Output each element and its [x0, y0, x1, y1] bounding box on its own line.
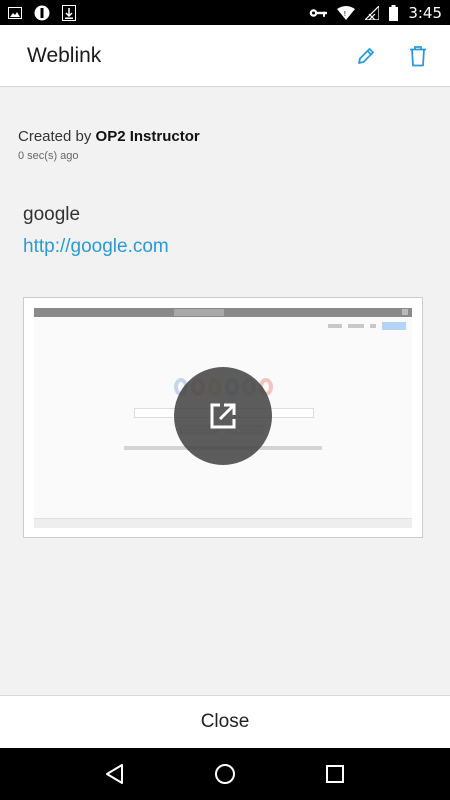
wifi-icon: !	[337, 5, 356, 20]
back-icon	[106, 764, 123, 784]
created-by-prefix: Created by	[18, 128, 92, 145]
author-name: OP2 Instructor	[95, 128, 200, 145]
preview-banner-close	[402, 309, 408, 315]
navigation-bar	[0, 748, 450, 800]
edit-icon	[358, 47, 374, 64]
close-label: Close	[200, 711, 250, 732]
key-icon	[309, 8, 328, 18]
weblink-url[interactable]: http://google.com	[23, 236, 169, 258]
preview-link-bar	[348, 324, 364, 328]
delete-icon	[410, 45, 426, 66]
preview-banner-button	[174, 309, 224, 316]
weblink-name: google	[23, 204, 81, 225]
battery-icon	[389, 4, 399, 21]
created-by: Created by OP2 Instructor	[18, 128, 200, 145]
page-title: Weblink	[27, 43, 102, 67]
preview-footer	[34, 518, 412, 528]
open-link-button[interactable]	[174, 367, 272, 465]
preview-signin	[382, 322, 406, 330]
edit-button[interactable]	[354, 44, 378, 68]
timestamp: 0 sec(s) ago	[18, 150, 79, 162]
image-icon	[8, 6, 22, 19]
delete-button[interactable]	[406, 44, 430, 68]
recents-button[interactable]	[320, 759, 350, 789]
svg-text:!: !	[344, 10, 347, 18]
close-button[interactable]: Close	[0, 695, 450, 748]
status-bar: ! 3:45	[0, 0, 450, 25]
recents-icon	[326, 765, 344, 783]
no-signal-icon	[365, 5, 380, 20]
weblink-content: Created by OP2 Instructor 0 sec(s) ago g…	[0, 87, 450, 695]
back-button[interactable]	[100, 759, 130, 789]
preview-top-links	[328, 322, 406, 330]
download-icon	[62, 4, 76, 21]
app-actions	[354, 44, 430, 68]
preview-link-bar	[328, 324, 342, 328]
status-time: 3:45	[408, 3, 442, 22]
shield-icon	[34, 5, 50, 21]
home-button[interactable]	[210, 759, 240, 789]
preview-link-bar	[370, 324, 376, 328]
app-bar: Weblink	[0, 25, 450, 87]
home-icon	[215, 764, 235, 784]
open-external-icon	[210, 403, 236, 429]
